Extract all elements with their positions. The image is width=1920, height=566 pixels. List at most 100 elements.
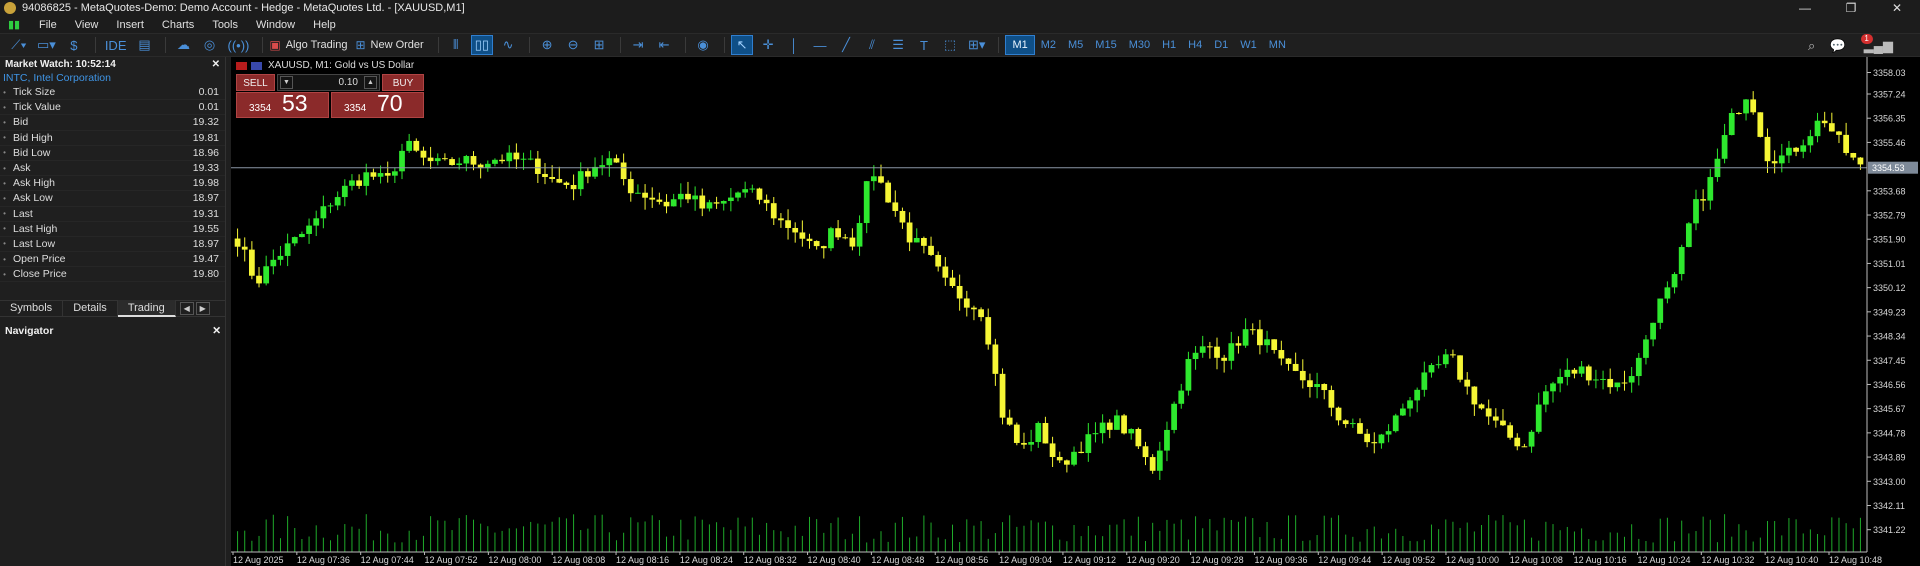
line-chart-icon[interactable]: ∿ [497,35,519,55]
candle-body [377,173,384,177]
timeframe-m5[interactable]: M5 [1062,35,1089,55]
sell-button[interactable]: SELL [236,74,275,91]
zoom-in-icon[interactable]: ⊕ [536,35,558,55]
market-watch-close-icon[interactable]: ✕ [212,59,220,70]
auto-scroll-icon[interactable]: ⇥ [627,35,649,55]
navigator-close-icon[interactable]: ✕ [212,325,221,337]
timeframe-w1[interactable]: W1 [1234,35,1263,55]
timeframe-m30[interactable]: M30 [1123,35,1156,55]
market-watch-row[interactable]: • Last 19.31 [0,207,225,222]
vertical-line-icon[interactable]: │ [783,35,805,55]
volume-stepper[interactable]: ▼ 0.10 ▲ [277,74,380,91]
candle-body [1657,298,1664,323]
market-watch-row[interactable]: • Bid High 19.81 [0,131,225,146]
cursor-icon[interactable]: ↖ [731,35,754,55]
timeframe-h1[interactable]: H1 [1156,35,1182,55]
cloud-icon[interactable]: ☁ [172,35,194,55]
candle-body [1700,199,1707,201]
market-watch-row[interactable]: • Ask Low 18.97 [0,191,225,207]
objects-icon[interactable]: ⊞▾ [965,35,988,55]
market-watch-row[interactable]: • Bid Low 18.96 [0,146,225,161]
channel-icon[interactable]: ⫽ [861,35,883,55]
restore-button[interactable]: ❐ [1828,0,1874,16]
market-watch-row[interactable]: • Tick Size 0.01 [0,85,225,101]
fibonacci-icon[interactable]: ☰ [887,35,909,55]
candlestick-icon[interactable]: ▯▯ [470,35,494,55]
shapes-icon[interactable]: ⬚ [939,35,961,55]
templates-icon[interactable]: ▭▾ [34,35,59,55]
candle-body [649,197,656,200]
strategy-icon[interactable]: ▤ [133,35,155,55]
tab-scroll-right-icon[interactable]: ▶ [195,302,210,315]
crosshair-icon[interactable]: ✛ [757,35,779,55]
volume-value[interactable]: 0.10 [295,77,362,88]
candle-body [1535,404,1542,432]
bar-chart-icon[interactable]: ⫴ [445,35,467,55]
horizontal-line-icon[interactable]: — [809,35,831,55]
market-watch-row[interactable]: • Close Price 19.80 [0,267,225,283]
chart-type-icon[interactable]: ⟋▾ [8,35,30,55]
tab-symbols[interactable]: Symbols [0,300,64,317]
menu-help[interactable]: Help [304,19,345,31]
candle-body [985,317,992,345]
tab-scroll-left-icon[interactable]: ◀ [179,302,194,315]
price-tick-label: 3350.12 [1873,283,1906,293]
candle-body [1085,434,1092,454]
toolbar-divider [685,37,687,53]
volume-down-icon[interactable]: ▼ [280,76,293,89]
minimize-button[interactable]: — [1782,0,1828,16]
algo-trading-button[interactable]: ▣ Algo Trading [269,38,347,52]
signals-icon[interactable]: ◎ [198,35,220,55]
tab-details[interactable]: Details [63,300,118,317]
market-watch-row[interactable]: • Open Price 19.47 [0,252,225,268]
timeframe-d1[interactable]: D1 [1208,35,1234,55]
tab-trading[interactable]: Trading [117,300,176,317]
menu-view[interactable]: View [66,19,108,31]
buy-button[interactable]: BUY [382,74,424,91]
search-icon[interactable]: ⌕ [1801,36,1823,56]
broadcast-icon[interactable]: ((•)) [224,35,252,55]
timeframe-m15[interactable]: M15 [1089,35,1122,55]
time-tick-label: 12 Aug 10:40 [1765,555,1818,565]
menu-tools[interactable]: Tools [203,19,247,31]
close-button[interactable]: ✕ [1874,0,1920,16]
candle-body [506,152,513,162]
sell-price-button[interactable]: 3354 53 [236,90,329,118]
text-icon[interactable]: T [913,35,935,55]
market-watch-row[interactable]: • Last Low 18.97 [0,237,225,253]
menu-insert[interactable]: Insert [107,19,153,31]
candle-body [585,171,591,177]
candle-body [1614,382,1621,388]
one-click-trading-panel: SELL ▼ 0.10 ▲ BUY 3354 53 3354 70 [236,74,424,118]
chart-shift-icon[interactable]: ⇤ [653,35,675,55]
market-watch-symbol[interactable]: INTC, Intel Corporation [0,71,225,85]
price-chart[interactable]: 3358.03 3357.24 3356.35 3355.46 3353.68 3352.… [231,57,1920,566]
ide-button[interactable]: IDE [102,35,130,55]
market-icon[interactable]: $ [63,35,85,55]
timeframe-m2[interactable]: M2 [1035,35,1062,55]
market-watch-row[interactable]: • Ask High 19.98 [0,176,225,192]
volume-up-icon[interactable]: ▲ [364,76,377,89]
menu-window[interactable]: Window [247,19,304,31]
new-order-button[interactable]: ⊞ New Order [355,38,423,52]
candle-body [1721,135,1728,159]
trendline-icon[interactable]: ╱ [835,35,857,55]
screenshot-icon[interactable]: ◉ [692,35,714,55]
market-watch-row[interactable]: • Bid 19.32 [0,115,225,131]
chart-window[interactable]: 3358.03 3357.24 3356.35 3355.46 3353.68 3352.… [231,57,1920,566]
market-watch-row[interactable]: • Last High 19.55 [0,222,225,237]
row-value: 18.97 [192,192,219,205]
timeframe-mn[interactable]: MN [1263,35,1292,55]
candle-body [1707,177,1714,201]
timeframe-h4[interactable]: H4 [1182,35,1208,55]
menu-charts[interactable]: Charts [153,19,203,31]
market-watch-row[interactable]: • Tick Value 0.01 [0,100,225,116]
market-watch-row[interactable]: • Ask 19.33 [0,161,225,177]
buy-price-button[interactable]: 3354 70 [331,90,424,118]
tile-windows-icon[interactable]: ⊞ [588,35,610,55]
zoom-out-icon[interactable]: ⊖ [562,35,584,55]
notifications-icon[interactable]: 💬 1 [1827,34,1873,56]
price-tick-label: 3343.89 [1873,453,1906,463]
timeframe-m1[interactable]: M1 [1005,35,1035,55]
menu-file[interactable]: File [30,19,66,31]
